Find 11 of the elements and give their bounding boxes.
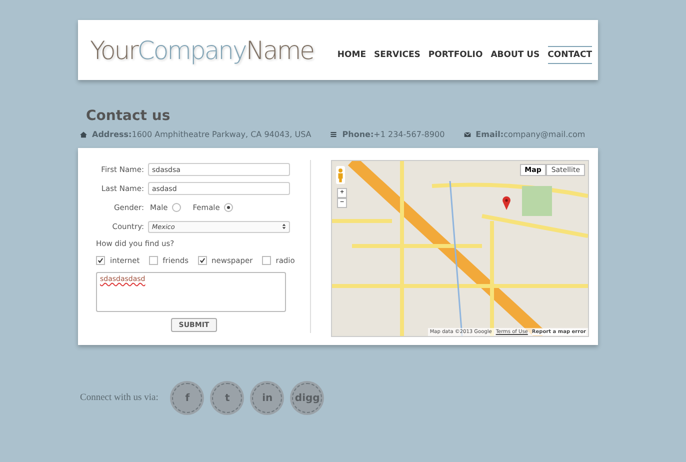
page-heading: Contact us [86, 108, 172, 124]
company-logo: YourCompanyName [90, 36, 314, 64]
nav-link[interactable]: PORTFOLIO [428, 46, 483, 64]
nav-link[interactable]: SERVICES [374, 46, 420, 64]
connect-label: Connect with us via: [80, 393, 158, 403]
contact-detail: Address:1600 Amphitheatre Parkway, CA 94043, USA [92, 130, 312, 139]
nav-link[interactable]: HOME [337, 46, 366, 64]
contact-detail: Phone:+1 234-567-8900 [342, 130, 445, 139]
contact-detail: Email:company@mail.com [476, 130, 586, 139]
nav-link[interactable]: CONTACT [548, 46, 592, 64]
nav-link[interactable]: ABOUT US [490, 46, 540, 64]
